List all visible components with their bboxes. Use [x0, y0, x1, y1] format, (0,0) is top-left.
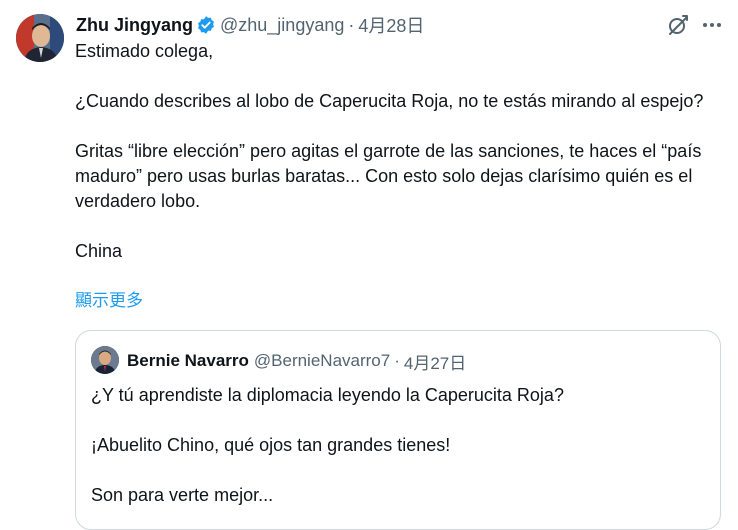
author-avatar[interactable] [16, 14, 64, 62]
more-options-icon[interactable] [700, 13, 724, 37]
quoted-line-exclamation: ¡Abuelito Chino, qué ojos tan grandes ti… [91, 435, 451, 455]
tweet-header: Zhu Jingyang @zhu_jingyang · 4月28日 [76, 12, 424, 38]
quoted-line-answer: Son para verte mejor... [91, 485, 274, 505]
quoted-author-avatar-image [91, 346, 119, 374]
quoted-header-separator: · [394, 351, 400, 370]
tweet-text: Estimado colega, ¿Cuando describes al lo… [75, 39, 715, 264]
tweet-line-greeting: Estimado colega, [75, 41, 214, 61]
quoted-author-display-name[interactable]: Bernie Navarro [127, 351, 249, 371]
author-handle[interactable]: @zhu_jingyang [220, 15, 344, 36]
author-avatar-image [16, 14, 64, 62]
author-display-name[interactable]: Zhu Jingyang [76, 15, 193, 36]
grok-icon[interactable] [666, 13, 690, 37]
quoted-author-avatar[interactable] [91, 346, 119, 374]
quoted-tweet-date[interactable]: 4月27日 [404, 349, 466, 374]
quoted-author-handle[interactable]: @BernieNavarro7 [254, 351, 390, 371]
tweet-line-signature: China [75, 241, 123, 261]
quoted-tweet-text: ¿Y tú aprendiste la diplomacia leyendo l… [91, 383, 701, 508]
show-more-link[interactable]: 顯示更多 [75, 290, 143, 312]
quoted-tweet-card[interactable]: Bernie Navarro @BernieNavarro7 · 4月27日 ¿… [75, 330, 721, 530]
tweet-line-paragraph: Gritas “libre elección” pero agitas el g… [75, 141, 702, 211]
quoted-line-question: ¿Y tú aprendiste la diplomacia leyendo l… [91, 385, 564, 405]
verified-badge-icon [196, 15, 216, 35]
quoted-tweet-header: Bernie Navarro @BernieNavarro7 · 4月27日 [127, 349, 466, 374]
tweet-date[interactable]: 4月28日 [358, 12, 424, 38]
header-separator: · [348, 14, 355, 35]
tweet-line-question: ¿Cuando describes al lobo de Caperucita … [75, 91, 704, 111]
